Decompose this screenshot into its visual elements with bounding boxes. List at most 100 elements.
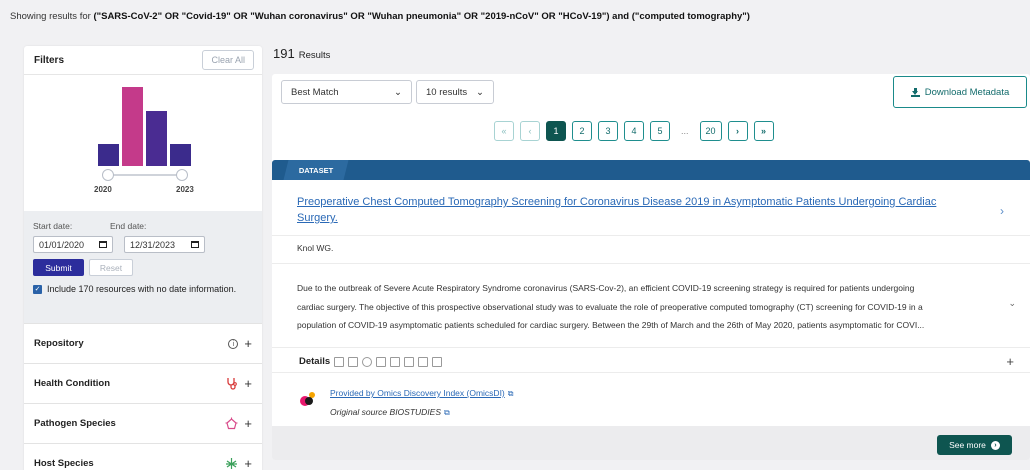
abstract-line: population of COVID-19 asymptomatic pati… xyxy=(297,320,925,330)
microscope-icon xyxy=(376,356,387,367)
edit-document-icon xyxy=(348,356,359,367)
per-page-select[interactable]: 10 results ⌄ xyxy=(416,80,494,104)
start-date-label: Start date: xyxy=(33,221,73,231)
page-button[interactable]: 3 xyxy=(598,121,618,141)
expand-plus-icon[interactable]: + xyxy=(244,377,252,390)
facet-label: Pathogen Species xyxy=(34,418,116,429)
provider-block: Provided by Omics Discovery Index (Omics… xyxy=(300,388,513,418)
results-label: Results xyxy=(298,50,331,61)
results-header: 191 Results xyxy=(272,46,1030,68)
facet-health-condition[interactable]: Health Condition + xyxy=(24,363,262,403)
arrow-right-circle-icon: › xyxy=(990,440,1000,450)
facet-label: Health Condition xyxy=(34,378,110,389)
start-date-value: 01/01/2020 xyxy=(39,239,85,250)
sort-value: Best Match xyxy=(291,86,339,98)
filters-sidebar: Filters Clear All 2020 2023 Start date: … xyxy=(24,46,262,470)
pagination-ellipsis: ... xyxy=(676,121,694,141)
calendar-icon[interactable] xyxy=(99,241,107,248)
see-more-label: See more xyxy=(949,440,986,450)
result-abstract: Due to the outbreak of Severe Acute Resp… xyxy=(297,279,997,335)
page-button[interactable]: 4 xyxy=(624,121,644,141)
stethoscope-outline-icon xyxy=(418,356,429,367)
prev-page-button[interactable]: ‹ xyxy=(520,121,540,141)
histogram-min-label: 2020 xyxy=(94,185,112,194)
provider-link[interactable]: Provided by Omics Discovery Index (Omics… xyxy=(330,388,505,398)
page-button[interactable]: 20 xyxy=(699,121,722,141)
chevron-down-icon: ⌄ xyxy=(476,86,484,98)
facet-label: Host Species xyxy=(34,458,94,469)
histogram-bar[interactable] xyxy=(122,87,143,166)
include-undated-label: Include 170 resources with no date infor… xyxy=(47,284,237,294)
date-filter-panel: Start date: End date: 01/01/2020 12/31/2… xyxy=(24,211,262,323)
page-button[interactable]: 5 xyxy=(650,121,670,141)
facet-label: Repository xyxy=(34,338,84,349)
chevron-right-icon[interactable]: › xyxy=(1000,204,1004,218)
filters-header: Filters Clear All xyxy=(24,46,262,74)
page-button[interactable]: 2 xyxy=(572,121,592,141)
chevron-down-icon: ⌄ xyxy=(394,86,402,98)
histogram-bar[interactable] xyxy=(98,144,119,166)
include-undated-checkbox[interactable]: ✓ xyxy=(33,284,42,294)
histogram-bar[interactable] xyxy=(146,111,167,166)
result-card: DATASET Preoperative Chest Computed Tomo… xyxy=(272,160,1030,460)
facet-pathogen-species[interactable]: Pathogen Species + xyxy=(24,403,262,443)
external-link-icon[interactable]: ⧉ xyxy=(444,408,450,417)
host-icon xyxy=(226,458,238,469)
abstract-line: cardiac surgery. The objective of this p… xyxy=(297,301,923,312)
query-summary: Showing results for ("SARS-CoV-2" OR "Co… xyxy=(10,11,750,22)
omicsdi-logo-icon xyxy=(300,392,316,408)
start-date-input[interactable]: 01/01/2020 xyxy=(33,236,113,253)
expand-plus-icon[interactable]: + xyxy=(244,417,252,430)
date-range-max-handle[interactable] xyxy=(176,169,188,181)
document-icon xyxy=(334,356,345,367)
histogram-bar[interactable] xyxy=(170,144,191,166)
result-author: Knol WG. xyxy=(297,243,334,253)
dataset-tag: DATASET xyxy=(283,160,349,180)
end-date-label: End date: xyxy=(110,221,147,231)
results-panel: 191 Results Best Match ⌄ 10 results ⌄ Do… xyxy=(272,46,1030,460)
original-source: Original source BIOSTUDIES xyxy=(330,407,442,417)
date-range-min-handle[interactable] xyxy=(102,169,114,181)
info-icon: i xyxy=(228,338,239,349)
page-button[interactable]: 1 xyxy=(546,121,566,141)
last-page-button[interactable]: » xyxy=(753,121,774,141)
first-page-button[interactable]: « xyxy=(494,121,514,141)
search-icon xyxy=(362,356,373,367)
clear-all-button[interactable]: Clear All xyxy=(202,50,254,70)
card-footer xyxy=(272,426,1030,460)
external-link-icon[interactable]: ⧉ xyxy=(508,389,514,398)
see-more-button[interactable]: See more › xyxy=(937,435,1012,455)
next-page-button[interactable]: › xyxy=(727,121,748,141)
histogram-max-label: 2023 xyxy=(176,185,194,194)
details-label: Details xyxy=(299,356,331,367)
details-expand-plus-icon[interactable]: + xyxy=(1006,354,1014,369)
results-count: 191 xyxy=(273,46,295,61)
download-metadata-button[interactable]: Download Metadata xyxy=(893,76,1027,108)
expand-plus-icon[interactable]: + xyxy=(244,337,252,350)
facet-host-species[interactable]: Host Species + xyxy=(24,443,262,470)
query-prefix: Showing results for xyxy=(10,11,91,22)
end-date-value: 12/31/2023 xyxy=(130,239,176,250)
end-date-input[interactable]: 12/31/2023 xyxy=(124,236,205,253)
virus-icon xyxy=(225,417,238,430)
sort-select[interactable]: Best Match ⌄ xyxy=(281,80,412,104)
pagination: « ‹ 1 2 3 4 5 ... 20 › » xyxy=(494,121,774,141)
date-histogram: 2020 2023 xyxy=(24,74,262,211)
host-outline-icon xyxy=(432,356,443,367)
per-page-value: 10 results xyxy=(426,86,468,98)
query-text: ("SARS-CoV-2" OR "Covid-19" OR "Wuhan co… xyxy=(93,11,750,22)
virus-outline-icon xyxy=(404,356,415,367)
date-range-track[interactable] xyxy=(108,174,182,176)
details-row[interactable]: Details xyxy=(299,356,443,367)
download-label: Download Metadata xyxy=(924,86,1010,98)
expand-abstract-chevron-icon[interactable]: ⌄ xyxy=(1008,298,1016,309)
result-title-link[interactable]: Preoperative Chest Computed Tomography S… xyxy=(297,194,977,226)
facet-repository[interactable]: Repository i + xyxy=(24,323,262,363)
submit-button[interactable]: Submit xyxy=(33,259,84,276)
calendar-icon[interactable] xyxy=(191,241,199,248)
reset-button[interactable]: Reset xyxy=(89,259,133,276)
flask-icon xyxy=(390,356,401,367)
stethoscope-icon xyxy=(227,378,238,390)
expand-plus-icon[interactable]: + xyxy=(244,457,252,470)
download-icon xyxy=(910,87,920,97)
